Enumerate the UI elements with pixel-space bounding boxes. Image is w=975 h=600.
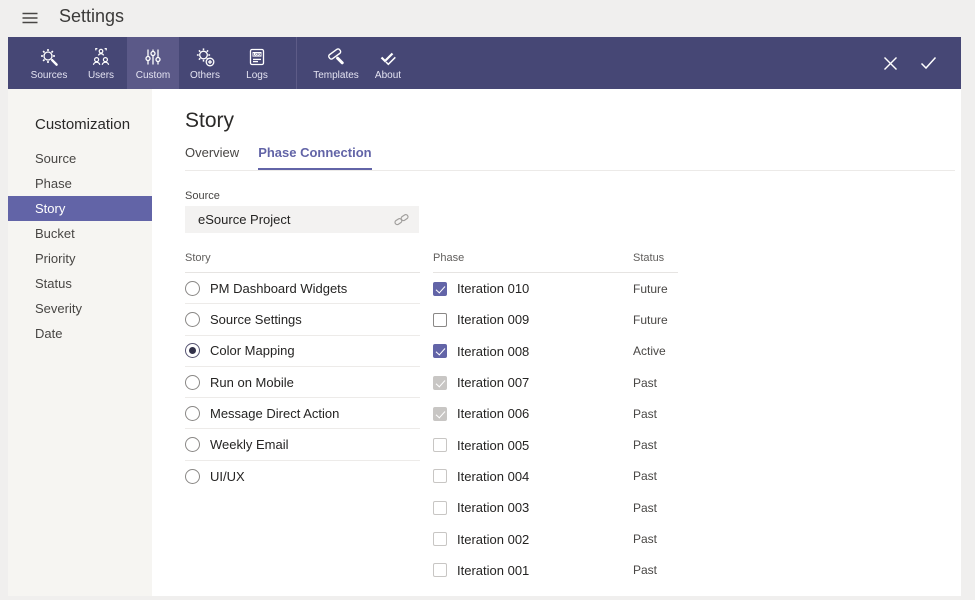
toolbar-tab-sources[interactable]: Sources (23, 37, 75, 89)
phase-status: Past (633, 438, 657, 452)
sidebar-item-priority[interactable]: Priority (8, 246, 152, 271)
sidebar-item-date[interactable]: Date (8, 321, 152, 346)
confirm-button[interactable] (920, 56, 937, 70)
checkbox (433, 501, 447, 515)
phase-row: Iteration 004 Past (433, 461, 678, 492)
sidebar-item-status[interactable]: Status (8, 271, 152, 296)
paint-roller-icon (325, 45, 347, 69)
source-field-label: Source (185, 190, 220, 202)
phase-column-header: Phase Status (433, 244, 678, 273)
story-option-row[interactable]: Weekly Email (185, 429, 420, 460)
phase-row: Iteration 005 Past (433, 429, 678, 460)
sliders-icon (142, 45, 164, 69)
phase-row: Iteration 007 Past (433, 367, 678, 398)
tab-overview[interactable]: Overview (185, 145, 239, 171)
sidebar-item-story[interactable]: Story (8, 196, 152, 221)
story-option-row[interactable]: Message Direct Action (185, 398, 420, 429)
phase-row: Iteration 008 Active (433, 336, 678, 367)
toolbar-divider (296, 37, 297, 89)
people-admin-icon (90, 45, 112, 69)
toolbar-tab-custom[interactable]: Custom (127, 37, 179, 89)
toolbar-tab-users[interactable]: Users (75, 37, 127, 89)
phase-row: Iteration 003 Past (433, 492, 678, 523)
top-header: Settings (0, 0, 975, 37)
sidebar-item-phase[interactable]: Phase (8, 171, 152, 196)
phase-row: Iteration 010 Future (433, 273, 678, 304)
story-tabs: Overview Phase Connection (185, 145, 372, 171)
right-gutter (961, 0, 975, 600)
checkbox (433, 532, 447, 546)
story-option-row[interactable]: PM Dashboard Widgets (185, 273, 420, 304)
gear-plus-icon (194, 45, 216, 69)
phase-status: Future (633, 313, 668, 327)
phase-status: Past (633, 376, 657, 390)
phase-status: Past (633, 469, 657, 483)
phase-status: Past (633, 407, 657, 421)
phase-row: Iteration 001 Past (433, 555, 678, 586)
svg-text:LOG: LOG (253, 53, 261, 57)
settings-toolbar: Sources Users Custom (8, 37, 961, 89)
phase-status: Future (633, 282, 668, 296)
checkbox (433, 407, 447, 421)
page-title: Settings (59, 6, 124, 27)
checkbox (433, 469, 447, 483)
phase-connection-column: Phase Status Iteration 010 Future Iterat… (433, 244, 678, 586)
phase-status: Past (633, 563, 657, 577)
link-icon (394, 212, 409, 227)
checkbox (433, 438, 447, 452)
checkbox[interactable] (433, 282, 447, 296)
phase-status: Active (633, 344, 666, 358)
radio-button[interactable] (185, 437, 200, 452)
hamburger-menu-icon[interactable] (22, 12, 38, 24)
phase-status: Past (633, 532, 657, 546)
radio-button[interactable] (185, 281, 200, 296)
phase-row: Iteration 006 Past (433, 398, 678, 429)
story-option-row[interactable]: Source Settings (185, 304, 420, 335)
toolbar-tab-about[interactable]: About (362, 37, 414, 89)
checkbox[interactable] (433, 313, 447, 327)
gear-wrench-icon (38, 45, 60, 69)
phase-row: Iteration 009 Future (433, 304, 678, 335)
sidebar-item-bucket[interactable]: Bucket (8, 221, 152, 246)
checkbox[interactable] (433, 344, 447, 358)
sidebar-item-severity[interactable]: Severity (8, 296, 152, 321)
story-options-column: Story PM Dashboard Widgets Source Settin… (185, 244, 420, 492)
sidebar-title: Customization (8, 89, 152, 133)
main-panel: Story Overview Phase Connection Source e… (152, 89, 961, 596)
tab-phase-connection[interactable]: Phase Connection (258, 145, 371, 171)
close-button[interactable] (883, 56, 898, 71)
source-value: eSource Project (198, 212, 394, 227)
double-check-icon (377, 45, 399, 69)
checkbox (433, 563, 447, 577)
sidebar-list: Source Phase Story Bucket Priority Statu… (8, 146, 152, 346)
phase-row: Iteration 002 Past (433, 523, 678, 554)
phase-status: Past (633, 501, 657, 515)
customization-sidebar: Customization Source Phase Story Bucket … (8, 89, 152, 596)
section-title: Story (185, 109, 234, 133)
story-option-row[interactable]: Color Mapping (185, 336, 420, 367)
tabs-divider (185, 170, 955, 171)
radio-button[interactable] (185, 343, 200, 358)
toolbar-tab-logs[interactable]: LOG Logs (231, 37, 283, 89)
story-column-header: Story (185, 244, 420, 273)
sidebar-item-source[interactable]: Source (8, 146, 152, 171)
source-picker[interactable]: eSource Project (185, 206, 419, 233)
checkbox (433, 376, 447, 390)
radio-button[interactable] (185, 469, 200, 484)
toolbar-actions (883, 37, 961, 89)
status-column-header: Status (633, 252, 664, 264)
story-option-row[interactable]: UI/UX (185, 461, 420, 492)
radio-button[interactable] (185, 312, 200, 327)
radio-button[interactable] (185, 375, 200, 390)
radio-button[interactable] (185, 406, 200, 421)
toolbar-tab-templates[interactable]: Templates (310, 37, 362, 89)
log-document-icon: LOG (246, 45, 268, 69)
toolbar-tab-others[interactable]: Others (179, 37, 231, 89)
story-option-row[interactable]: Run on Mobile (185, 367, 420, 398)
